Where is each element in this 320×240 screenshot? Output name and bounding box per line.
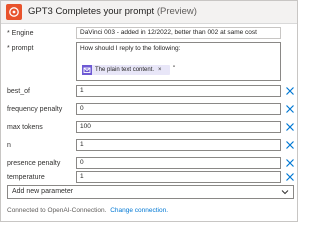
frequency-penalty-label: frequency penalty xyxy=(7,106,63,113)
clear-frequency-penalty-icon[interactable] xyxy=(285,104,295,114)
action-card: GPT3 Completes your prompt (Preview) * E… xyxy=(0,0,298,222)
best-of-label: best_of xyxy=(7,88,30,95)
clear-temperature-icon[interactable] xyxy=(285,172,295,182)
max-tokens-label: max tokens xyxy=(7,124,43,131)
frequency-penalty-input[interactable]: 0 xyxy=(76,103,281,115)
connection-text: Connected to OpenAI-Connection. xyxy=(7,207,107,214)
token-label: The plain text content. xyxy=(95,67,155,73)
clear-max-tokens-icon[interactable] xyxy=(285,122,295,132)
prompt-input[interactable]: How should I reply to the following: The… xyxy=(76,42,281,81)
best-of-input[interactable]: 1 xyxy=(76,85,281,97)
presence-penalty-input[interactable]: 0 xyxy=(76,157,281,169)
connection-footer: Connected to OpenAI-Connection. Change c… xyxy=(7,207,168,214)
card-title: GPT3 Completes your prompt (Preview) xyxy=(28,6,197,17)
token-remove-icon[interactable]: × xyxy=(158,67,162,73)
outlook-icon xyxy=(82,65,92,75)
clear-n-icon[interactable] xyxy=(285,140,295,150)
card-title-text: GPT3 Completes your prompt xyxy=(28,6,155,17)
engine-label: * Engine xyxy=(7,30,34,37)
card-header[interactable]: GPT3 Completes your prompt (Preview) xyxy=(1,1,297,24)
prompt-text: How should I reply to the following: xyxy=(80,45,181,52)
dynamic-content-token[interactable]: The plain text content. × xyxy=(82,65,170,75)
clear-presence-penalty-icon[interactable] xyxy=(285,158,295,168)
engine-select[interactable]: DaVinci 003 - added in 12/2022, better t… xyxy=(76,27,281,39)
max-tokens-input[interactable]: 100 xyxy=(76,121,281,133)
card-title-preview: (Preview) xyxy=(156,6,197,17)
openai-app-icon xyxy=(6,4,22,20)
n-label: n xyxy=(7,142,11,149)
change-connection-link[interactable]: Change connection. xyxy=(110,207,168,214)
temperature-label: temperature xyxy=(7,174,45,181)
n-input[interactable]: 1 xyxy=(76,139,281,151)
add-parameter-dropdown[interactable]: Add new parameter xyxy=(7,185,294,199)
prompt-label: * prompt xyxy=(7,45,34,52)
temperature-input[interactable]: 1 xyxy=(76,171,281,183)
chevron-down-icon xyxy=(281,190,289,195)
presence-penalty-label: presence penalty xyxy=(7,160,61,167)
prompt-trailing-text: " xyxy=(173,65,176,72)
add-parameter-label: Add new parameter xyxy=(12,188,74,195)
clear-best-of-icon[interactable] xyxy=(285,86,295,96)
